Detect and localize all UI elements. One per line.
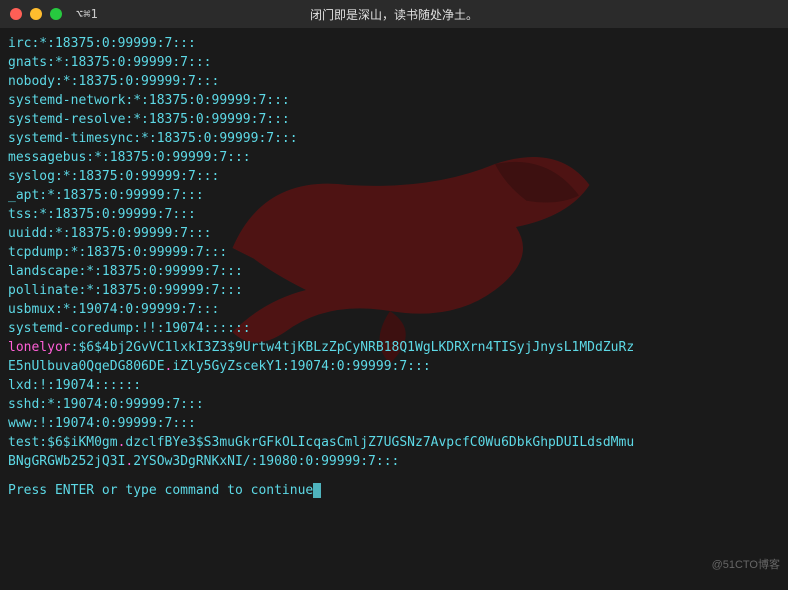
- shadow-entry: systemd-timesync:*:18375:0:99999:7:::: [8, 129, 780, 148]
- terminal-output: irc:*:18375:0:99999:7:::gnats:*:18375:0:…: [8, 34, 780, 500]
- shadow-entry: _apt:*:18375:0:99999:7:::: [8, 186, 780, 205]
- cursor-icon: [313, 483, 321, 498]
- shadow-entry: systemd-resolve:*:18375:0:99999:7:::: [8, 110, 780, 129]
- shadow-entry-lonelyor-cont: E5nUlbuva0QqeDG806DE.iZly5GyZscekY1:1907…: [8, 357, 780, 376]
- shadow-entry: irc:*:18375:0:99999:7:::: [8, 34, 780, 53]
- window-controls: [10, 8, 62, 20]
- shadow-entry: uuidd:*:18375:0:99999:7:::: [8, 224, 780, 243]
- shadow-entry: landscape:*:18375:0:99999:7:::: [8, 262, 780, 281]
- shadow-entry: messagebus:*:18375:0:99999:7:::: [8, 148, 780, 167]
- tab-shortcut-label: ⌥⌘1: [76, 7, 98, 21]
- shadow-entry: systemd-network:*:18375:0:99999:7:::: [8, 91, 780, 110]
- shadow-entry: nobody:*:18375:0:99999:7:::: [8, 72, 780, 91]
- titlebar: ⌥⌘1 闭门即是深山，读书随处净土。: [0, 0, 788, 28]
- shadow-entry: usbmux:*:19074:0:99999:7:::: [8, 300, 780, 319]
- maximize-icon[interactable]: [50, 8, 62, 20]
- shadow-entry: tss:*:18375:0:99999:7:::: [8, 205, 780, 224]
- shadow-entry: lxd:!:19074::::::: [8, 376, 780, 395]
- username-highlight: lonelyor: [8, 340, 71, 355]
- shadow-entry: pollinate:*:18375:0:99999:7:::: [8, 281, 780, 300]
- shadow-entry: tcpdump:*:18375:0:99999:7:::: [8, 243, 780, 262]
- shadow-entry: syslog:*:18375:0:99999:7:::: [8, 167, 780, 186]
- shadow-entry: www:!:19074:0:99999:7:::: [8, 414, 780, 433]
- shadow-entry: sshd:*:19074:0:99999:7:::: [8, 395, 780, 414]
- continue-prompt[interactable]: Press ENTER or type command to continue: [8, 481, 780, 500]
- minimize-icon[interactable]: [30, 8, 42, 20]
- shadow-entry: gnats:*:18375:0:99999:7:::: [8, 53, 780, 72]
- shadow-entry-lonelyor: lonelyor:$6$4bj2GvVC1lxkI3Z3$9Urtw4tjKBL…: [8, 338, 780, 357]
- shadow-entry: systemd-coredump:!!:19074::::::: [8, 319, 780, 338]
- watermark-text: @51CTO博客: [712, 556, 780, 572]
- shadow-entry-test: test:$6$iKM0gm.dzclfBYe3$S3muGkrGFkOLIcq…: [8, 433, 780, 452]
- close-icon[interactable]: [10, 8, 22, 20]
- shadow-entry-test-cont: BNgGRGWb252jQ3I.2YSOw3DgRNKxNI/:19080:0:…: [8, 452, 780, 471]
- terminal-area[interactable]: irc:*:18375:0:99999:7:::gnats:*:18375:0:…: [0, 28, 788, 590]
- window-title: 闭门即是深山，读书随处净土。: [310, 6, 478, 23]
